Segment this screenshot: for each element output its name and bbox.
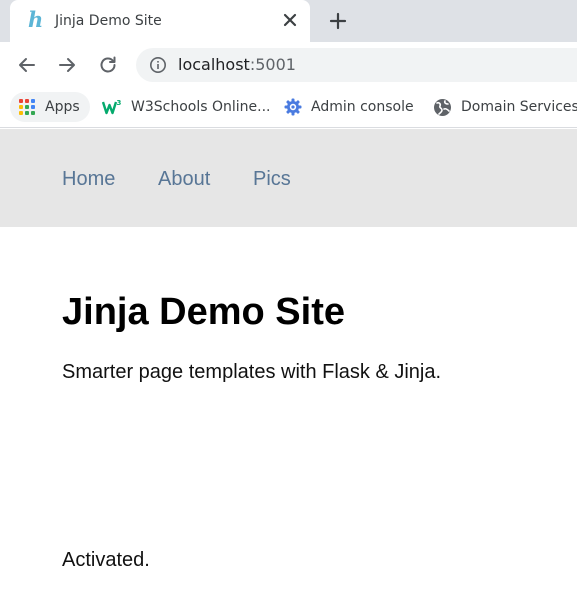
- admin-gear-icon: [284, 98, 302, 116]
- site-navbar: Home About Pics: [0, 129, 577, 227]
- bookmark-domain-services[interactable]: Domain Services: [433, 92, 577, 122]
- bookmark-label: Apps: [45, 99, 80, 115]
- bookmark-apps[interactable]: Apps: [10, 92, 90, 122]
- nav-link-home[interactable]: Home: [62, 167, 115, 191]
- url-text[interactable]: localhost:5001: [178, 56, 296, 74]
- w3schools-icon: 3: [102, 99, 122, 115]
- url-host: localhost: [178, 55, 250, 74]
- reload-icon[interactable]: [97, 54, 119, 76]
- browser-toolbar: localhost:5001: [0, 42, 577, 88]
- bookmark-admin-console[interactable]: Admin console: [284, 92, 414, 122]
- bookmark-w3schools[interactable]: 3 W3Schools Online...: [102, 92, 270, 122]
- info-icon[interactable]: [149, 56, 167, 74]
- tab-strip: h Jinja Demo Site: [0, 0, 577, 42]
- close-icon[interactable]: [281, 11, 299, 29]
- plus-icon[interactable]: [327, 10, 349, 32]
- page-subtitle: Smarter page templates with Flask & Jinj…: [62, 361, 442, 383]
- browser-tab[interactable]: h Jinja Demo Site: [10, 0, 310, 42]
- svg-text:3: 3: [117, 99, 122, 107]
- nav-link-about[interactable]: About: [158, 167, 210, 191]
- bookmark-label: Admin console: [311, 99, 414, 115]
- forward-arrow-icon[interactable]: [56, 54, 78, 76]
- apps-grid-icon: [19, 99, 35, 115]
- bookmarks-bar: Apps 3 W3Schools Online... Admin console: [0, 88, 577, 128]
- bookmark-label: Domain Services: [461, 99, 577, 115]
- status-text: Activated.: [62, 549, 150, 571]
- globe-icon: [434, 98, 451, 116]
- h-italic-icon: h: [28, 7, 44, 32]
- tab-title: Jinja Demo Site: [55, 13, 162, 29]
- page-title: Jinja Demo Site: [62, 291, 345, 333]
- nav-link-pics[interactable]: Pics: [253, 167, 291, 191]
- back-arrow-icon[interactable]: [16, 54, 38, 76]
- bookmark-label: W3Schools Online...: [131, 99, 271, 115]
- address-bar[interactable]: localhost:5001: [136, 48, 577, 82]
- url-port: :5001: [249, 55, 296, 74]
